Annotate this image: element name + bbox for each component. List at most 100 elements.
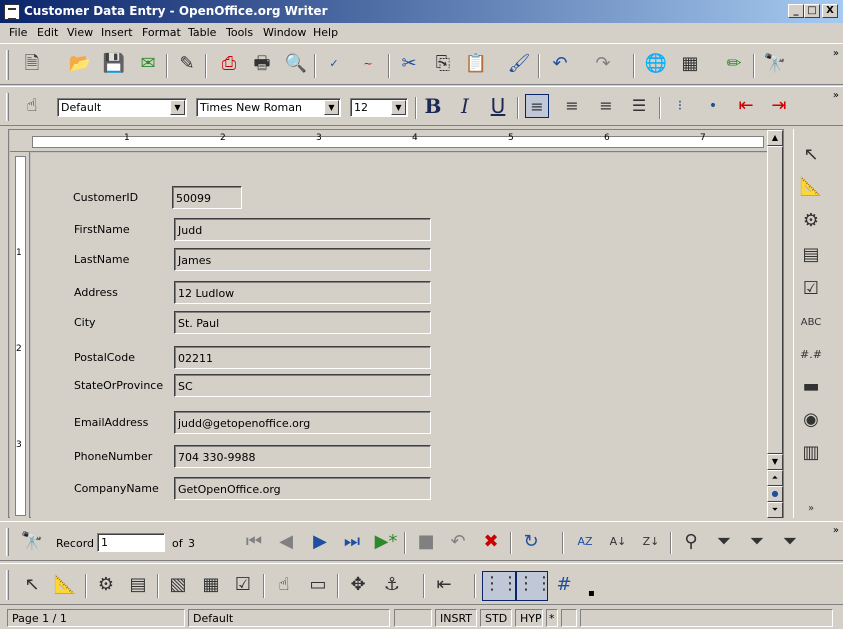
vertical-ruler[interactable]: 1 2 3 [10,152,30,518]
align-center-icon[interactable]: ≡ [560,94,584,118]
clone-formatting-icon[interactable]: 🖌 [507,52,531,76]
last-record-icon[interactable]: ⏭ [340,530,364,554]
styles-formatting-icon[interactable]: ☝ [20,94,44,118]
menu-table[interactable]: Table [188,26,216,39]
remove-filter-icon[interactable]: ⏷ [778,530,802,554]
vertical-scrollbar[interactable]: ▲ ▼ ⏶ ● ⏷ [767,130,783,518]
menu-edit[interactable]: Edit [37,26,58,39]
delete-record-icon[interactable]: ✖ [479,530,503,554]
writer-document-icon[interactable] [4,4,20,20]
snap-to-grid-icon[interactable]: ⋮⋮ [516,571,553,601]
align-left-icon[interactable]: ≡ [525,94,549,118]
form-properties-icon[interactable]: ▦ [199,573,223,597]
cut-icon[interactable]: ✂ [397,52,421,76]
hyperlink-mode-indicator[interactable]: HYP [515,609,543,627]
list-box-icon[interactable]: ▥ [799,441,823,465]
find-record-icon[interactable]: 🔭 [20,530,44,554]
emailaddress-field[interactable]: judd@getopenoffice.org [174,411,431,434]
menu-window[interactable]: Window [263,26,306,39]
text-box-icon[interactable]: ABC [799,311,823,335]
insert-mode-indicator[interactable]: INSRT [435,609,477,627]
font-size-select[interactable]: 12 ▼ [350,98,408,117]
sort-descending-icon[interactable]: Z↓ [639,530,663,554]
copy-icon[interactable]: ⎘ [431,52,455,76]
maximize-button[interactable]: □ [804,4,820,18]
auto-spellcheck-icon[interactable]: ~ [356,52,380,76]
form-filter-icon[interactable]: ⏷ [745,530,769,554]
justify-icon[interactable]: ☰ [627,94,651,118]
bold-button[interactable]: B [421,94,445,118]
minimize-button[interactable]: _ [788,4,804,18]
italic-button[interactable]: I [453,94,477,118]
chevron-down-icon[interactable]: ▼ [391,100,406,115]
autofilter-icon[interactable]: ⚲ [679,530,703,554]
menu-insert[interactable]: Insert [101,26,133,39]
next-record-icon[interactable]: ▶ [308,530,332,554]
align-right-icon[interactable]: ≡ [594,94,618,118]
document-modified-indicator[interactable]: * [546,609,558,627]
wrap-icon[interactable]: ⇤ [432,573,456,597]
redo-icon[interactable]: ↷ [591,52,615,76]
toolbar-grip[interactable] [6,528,9,556]
form-navigator-icon[interactable]: ⚙ [94,573,118,597]
check-box-icon[interactable]: ☑ [799,277,823,301]
record-number-input[interactable]: 1 [97,533,165,552]
decrease-indent-icon[interactable]: ⇤ [734,94,758,118]
save-record-icon[interactable]: ■ [414,530,438,554]
menu-file[interactable]: File [9,26,27,39]
signature-indicator[interactable] [561,609,577,627]
companyname-field[interactable]: GetOpenOffice.org [174,477,431,500]
menu-view[interactable]: View [67,26,93,39]
sort-ascending-icon[interactable]: A↓ [606,530,630,554]
city-field[interactable]: St. Paul [174,311,431,334]
new-document-icon[interactable]: 🗎 [20,52,44,76]
find-replace-icon[interactable]: 🔭 [763,52,787,76]
activation-order-icon[interactable]: ▧ [166,573,190,597]
page-indicator[interactable]: Page 1 / 1 [7,609,185,627]
stateorprovince-field[interactable]: SC [174,374,431,397]
design-mode-icon[interactable]: 📐 [53,573,77,597]
design-mode-icon[interactable]: 📐 [799,175,823,199]
email-icon[interactable]: ✉ [136,52,160,76]
horizontal-ruler[interactable]: 1 2 3 4 5 6 7 [10,130,767,152]
zoom-indicator[interactable] [394,609,432,627]
guides-when-moving-icon[interactable]: # [552,573,576,597]
chevron-down-icon[interactable]: ▼ [324,100,339,115]
form-properties-icon[interactable]: ▤ [799,243,823,267]
position-size-icon[interactable]: ✥ [346,573,370,597]
select-pointer-icon[interactable]: ↖ [20,573,44,597]
export-pdf-icon[interactable]: ⎙ [217,52,241,76]
scroll-up-icon[interactable]: ▲ [767,130,783,146]
sort-icon[interactable]: AZ [573,530,597,554]
toolbar-overflow-icon[interactable]: » [833,48,839,59]
paragraph-style-select[interactable]: Default ▼ [57,98,187,117]
form-navigator-icon[interactable]: ⚙ [799,209,823,233]
spellcheck-icon[interactable]: ✓ [322,52,346,76]
option-button-icon[interactable]: ◉ [799,408,823,432]
first-record-icon[interactable]: ⏮ [242,530,266,554]
document-page[interactable]: CustomerID 50099 FirstName Judd LastName… [31,153,767,518]
open-in-design-mode-icon[interactable]: ☝ [272,573,296,597]
menu-help[interactable]: Help [313,26,338,39]
save-icon[interactable]: 💾 [102,52,126,76]
display-grid-icon[interactable]: ⋮⋮ [482,571,519,601]
paste-icon[interactable]: 📋 [464,52,488,76]
add-field-icon[interactable]: ▤ [126,573,150,597]
print-preview-icon[interactable]: 🔍 [284,52,308,76]
navigator-icon[interactable]: ● [767,486,783,502]
toolbar-grip[interactable] [6,50,9,80]
postalcode-field[interactable]: 02211 [174,346,431,369]
scroll-thumb[interactable] [767,146,783,454]
page-style-indicator[interactable]: Default [188,609,390,627]
apply-filter-icon[interactable]: ⏷ [712,530,736,554]
scroll-down-icon[interactable]: ▼ [767,454,783,470]
control-properties-icon[interactable]: ☑ [231,573,255,597]
new-record-icon[interactable]: ▶* [374,530,398,554]
underline-button[interactable]: U [486,94,510,118]
toolbar-overflow-icon[interactable]: ▪ [588,588,839,599]
address-field[interactable]: 12 Ludlow [174,281,431,304]
numbering-icon[interactable]: ⁝ [668,94,692,118]
previous-page-icon[interactable]: ⏶ [767,470,783,486]
next-page-icon[interactable]: ⏷ [767,502,783,518]
toolbar-grip[interactable] [6,570,9,600]
